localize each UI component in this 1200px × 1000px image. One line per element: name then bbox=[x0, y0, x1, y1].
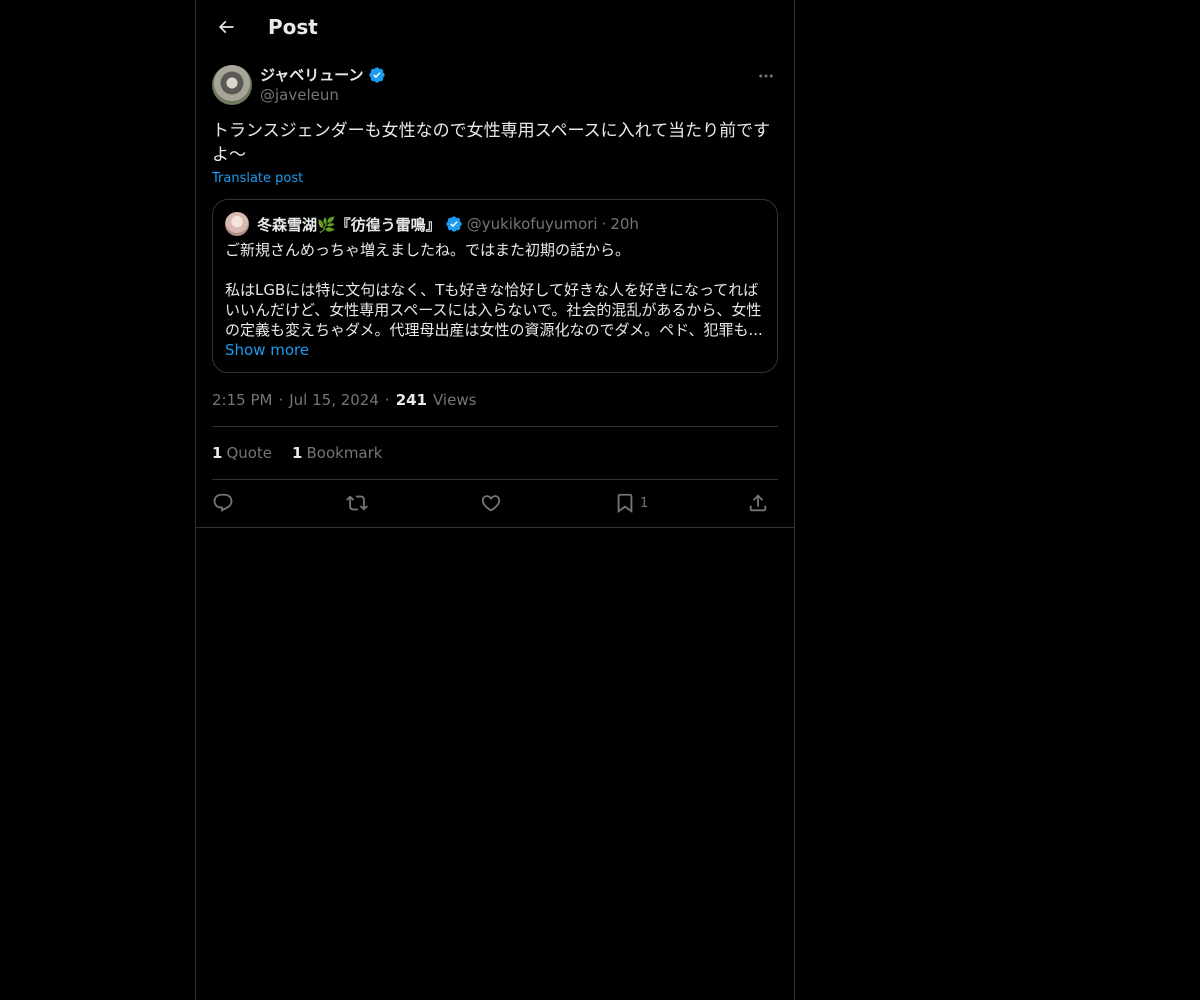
repost-icon bbox=[346, 495, 368, 511]
post-text: トランスジェンダーも女性なので女性専用スペースに入れて当たり前ですよ～ bbox=[212, 121, 771, 165]
quote-line: いいんだけど、女性専用スペースには入らないで。社会的混乱があるから、女性 bbox=[225, 301, 762, 319]
quotes-count: 1 bbox=[212, 444, 223, 462]
bookmarks-label: Bookmark bbox=[306, 444, 383, 462]
bookmarks-count: 1 bbox=[292, 444, 303, 462]
action-bar: 1 bbox=[212, 490, 778, 516]
page-title: Post bbox=[268, 15, 318, 39]
verified-badge-icon bbox=[368, 67, 385, 83]
like-button[interactable] bbox=[480, 490, 502, 516]
post-column: Post ジャベリューン @javeleun トランスジェンダーも女性なので女性… bbox=[195, 0, 795, 1000]
back-button[interactable] bbox=[210, 11, 242, 43]
quote-timestamp: 20h bbox=[610, 215, 639, 233]
more-options-button[interactable] bbox=[754, 64, 778, 88]
divider bbox=[212, 479, 778, 480]
back-arrow-icon bbox=[218, 20, 234, 34]
quote-line: ご新規さんめっちゃ増えましたね。ではまた初期の話から。 bbox=[225, 241, 631, 259]
avatar[interactable] bbox=[212, 65, 252, 105]
quote-author-name: 冬森雪湖🌿『彷徨う雷鳴』 bbox=[257, 215, 441, 234]
quotes-label: Quote bbox=[226, 444, 273, 462]
quotes-stat[interactable]: 1 Quote bbox=[212, 443, 272, 463]
quote-avatar bbox=[225, 212, 249, 236]
post-author: ジャベリューン @javeleun bbox=[212, 64, 778, 108]
author-name: ジャベリューン bbox=[260, 66, 364, 84]
show-more-link[interactable]: Show more bbox=[225, 340, 309, 360]
quote-line: 私はLGBには特に文句はなく、Tも好きな恰好して好きな人を好きになってれば bbox=[225, 281, 759, 299]
post-meta: 2:15 PM · Jul 15, 2024 · 241 Views bbox=[212, 390, 476, 410]
reply-icon bbox=[213, 493, 233, 512]
quote-author-handle: @yukikofuyumori bbox=[466, 215, 598, 233]
like-icon bbox=[481, 495, 501, 512]
bookmark-icon bbox=[617, 493, 633, 514]
share-icon bbox=[749, 494, 767, 512]
author-handle[interactable]: @javeleun bbox=[260, 85, 339, 105]
more-icon bbox=[759, 74, 773, 78]
views-count: 241 bbox=[395, 391, 427, 409]
post-bottom-border bbox=[196, 527, 794, 528]
divider bbox=[212, 426, 778, 427]
repost-button[interactable] bbox=[346, 490, 368, 516]
engagement-stats: 1 Quote 1 Bookmark bbox=[212, 443, 382, 463]
quoted-post[interactable]: 冬森雪湖🌿『彷徨う雷鳴』 @yukikofuyumori · 20h ご新規さん… bbox=[212, 199, 778, 373]
bookmarks-stat[interactable]: 1 Bookmark bbox=[292, 443, 382, 463]
verified-badge-icon bbox=[446, 216, 462, 232]
meta-separator: · bbox=[278, 391, 284, 409]
bookmark-button[interactable]: 1 bbox=[614, 490, 648, 516]
quote-separator: · bbox=[601, 215, 607, 233]
quote-body: ご新規さんめっちゃ増えましたね。ではまた初期の話から。 私はLGBには特に文句は… bbox=[225, 240, 765, 340]
author-name-link[interactable]: ジャベリューン bbox=[260, 65, 386, 85]
translate-post-link[interactable]: Translate post bbox=[212, 170, 303, 188]
quote-header: 冬森雪湖🌿『彷徨う雷鳴』 @yukikofuyumori · 20h bbox=[225, 212, 639, 236]
share-button[interactable] bbox=[747, 490, 769, 516]
post-time[interactable]: 2:15 PM bbox=[212, 390, 272, 410]
meta-separator: · bbox=[384, 391, 390, 409]
bookmark-count: 1 bbox=[640, 495, 649, 511]
views-label: Views bbox=[433, 391, 477, 409]
post-date[interactable]: Jul 15, 2024 bbox=[289, 390, 379, 410]
reply-button[interactable] bbox=[212, 490, 234, 516]
page-header: Post bbox=[196, 0, 794, 53]
quote-line: の定義も変えちゃダメ。代理母出産は女性の資源化なのでダメ。ペド、犯罪も... bbox=[225, 321, 763, 339]
